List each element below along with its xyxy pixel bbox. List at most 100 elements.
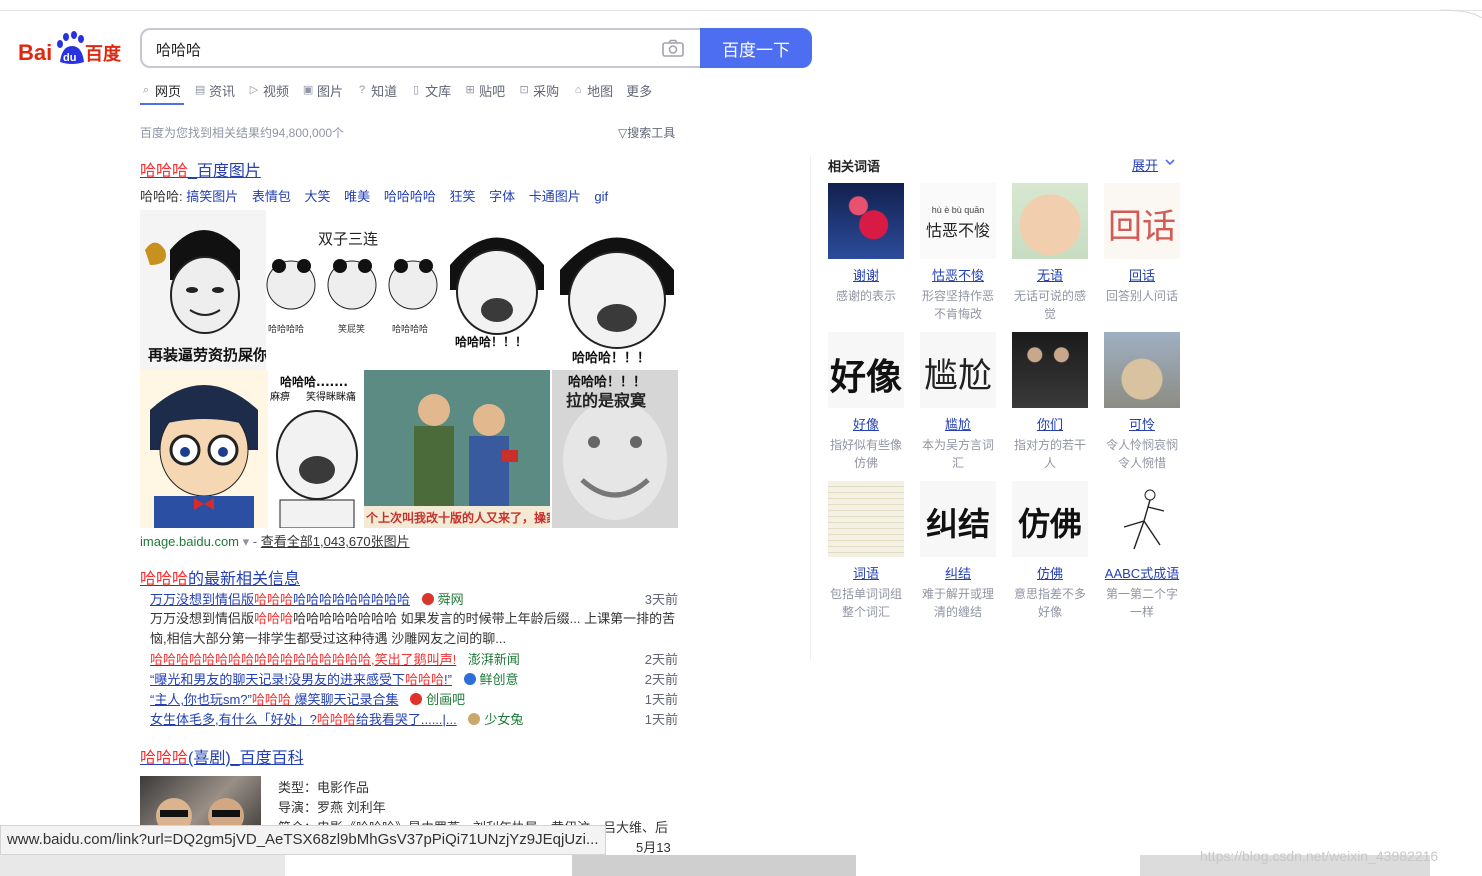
related-word-thumbnail[interactable]: 仿佛 [1012,481,1088,557]
image-tag[interactable]: gif [594,189,608,204]
news-result-title[interactable]: 哈哈哈的最新相关信息 [140,565,300,589]
tab-wenku[interactable]: ▯ 文库 [410,81,451,99]
related-word-thumbnail[interactable]: 好像 [828,332,904,408]
tab-webpage[interactable]: ⌕ 网页 [140,81,181,99]
tab-map[interactable]: ⌂ 地图 [572,81,613,99]
search-button[interactable]: 百度一下 [700,28,812,68]
related-word-thumbnail[interactable]: 怙恶不悛 hù è bù quān [920,183,996,259]
taskbar-item[interactable] [572,855,856,876]
image-thumb[interactable]: 哈哈哈！！！ [556,210,678,370]
related-word-thumbnail[interactable]: 纠结 [920,481,996,557]
image-thumb[interactable]: 双子三连 哈哈哈哈 笑屁笑 哈哈哈哈 [266,210,438,345]
baidu-logo[interactable]: Bai du 百度 [18,30,124,70]
related-word-item[interactable]: 谢谢 感谢的表示 [828,183,904,305]
related-word-name[interactable]: 你们 [1012,414,1088,433]
related-word-thumbnail[interactable]: 回话 [1104,183,1180,259]
related-word-name[interactable]: 好像 [828,414,904,433]
image-thumb[interactable] [140,370,268,528]
related-word-thumbnail[interactable] [1104,332,1180,408]
taskbar-item[interactable] [858,855,1138,876]
image-thumb[interactable]: 哈哈哈....... 麻痹 笑得眯眯痛 [270,370,364,528]
related-word-item[interactable]: 无语 无话可说的感觉 [1012,183,1088,323]
title-highlight: 哈哈哈 [254,592,294,607]
news-item[interactable]: 万万没想到情侣版哈哈哈哈哈哈哈哈哈哈哈哈 舜网 3天前 [150,589,678,607]
image-thumb[interactable]: 哈哈哈！！！ [440,210,554,360]
news-item-title[interactable]: 万万没想到情侣版哈哈哈哈哈哈哈哈哈哈哈哈 [150,592,410,607]
related-word-thumbnail[interactable] [1012,332,1088,408]
search-tools-button[interactable]: ▽搜索工具 [618,124,675,141]
related-word-name[interactable]: 纠结 [920,563,996,582]
news-item-title[interactable]: “曝光和男友的聊天记录!没男友的进来感受下哈哈哈!” [150,672,452,687]
tab-zhidao[interactable]: ? 知道 [356,81,397,99]
tab-news[interactable]: ▤ 资讯 [194,81,235,99]
image-thumb[interactable]: 哈哈哈！！！ 拉的是寂寞 [552,370,678,528]
related-word-name[interactable]: 词语 [828,563,904,582]
related-word-item[interactable]: 词语 包括单词词组整个词汇 [828,481,904,621]
taskbar-item[interactable] [0,855,285,876]
image-tag[interactable]: 哈哈哈哈 [384,189,436,204]
image-tag[interactable]: 表情包 [252,189,291,204]
news-item[interactable]: 女生体毛多,有什么「好处」?哈哈哈给我看哭了......|... 少女兔 1天前 [150,709,678,727]
related-word-item[interactable]: 回话 回话 回答别人问话 [1104,183,1180,305]
browser-top-border [0,10,1482,11]
image-thumb[interactable]: 再装逼劳资扔屎你 [140,210,266,370]
news-item-title[interactable]: 女生体毛多,有什么「好处」?哈哈哈给我看哭了......|... [150,712,457,727]
news-item-title[interactable]: “主人,你也玩sm?”哈哈哈 爆笑聊天记录合集 [150,692,398,707]
related-word-name[interactable]: 仿佛 [1012,563,1088,582]
related-word-item[interactable]: 可怜 令人怜悯哀悯令人惋惜 [1104,332,1180,472]
image-tag[interactable]: 卡通图片 [529,189,581,204]
related-word-name[interactable]: 无语 [1012,265,1088,284]
related-word-name[interactable]: AABC式成语 [1104,563,1180,582]
related-word-item[interactable]: 尴尬 尴尬 本为吴方言词汇 [920,332,996,472]
expand-link[interactable]: 展开 [1132,155,1158,174]
related-word-item[interactable]: 怙恶不悛 hù è bù quān 怙恶不悛 形容坚持作恶不肯悔改 [920,183,996,323]
image-source[interactable]: image.baidu.com [140,534,239,549]
tab-tieba[interactable]: ⊞ 贴吧 [464,81,505,99]
related-word-thumbnail[interactable] [828,183,904,259]
page-corner-curve [1440,9,1482,18]
dropdown-arrow-icon[interactable]: ▾ [243,534,250,549]
chevron-down-icon[interactable] [1164,156,1176,168]
title-highlight: 哈哈哈 [140,571,189,588]
news-item-title[interactable]: 哈哈哈哈哈哈哈哈哈哈哈哈哈哈哈哈哈,笑出了鹅叫声! [150,652,456,667]
news-item[interactable]: “主人,你也玩sm?”哈哈哈 爆笑聊天记录合集 创画吧 1天前 [150,689,678,707]
news-item[interactable]: “曝光和男友的聊天记录!没男友的进来感受下哈哈哈!” 鲜创意 2天前 [150,669,678,687]
image-tag[interactable]: 大笑 [305,189,331,204]
baike-result-title[interactable]: 哈哈哈(喜剧)_百度百科 [140,744,304,768]
related-word-item[interactable]: 仿佛 仿佛 意思指差不多好像 [1012,481,1088,621]
title-part: 万万没想到情侣版 [150,592,255,607]
tab-images[interactable]: ▣ 图片 [302,81,343,99]
related-word-item[interactable]: 好像 好像 指好似有些像仿佛 [828,332,904,472]
image-result-title[interactable]: 哈哈哈_百度图片 [140,157,261,181]
related-word-name[interactable]: 谢谢 [828,265,904,284]
tab-purchase[interactable]: ⊡ 采购 [518,81,560,99]
image-tag[interactable]: 狂笑 [449,189,475,204]
related-word-thumbnail[interactable] [1012,183,1088,259]
related-word-name[interactable]: 回话 [1104,265,1180,284]
related-word-name[interactable]: 尴尬 [920,414,996,433]
image-tag[interactable]: 唯美 [344,189,370,204]
related-word-name[interactable]: 怙恶不悛 [920,265,996,284]
image-thumb[interactable]: 个上次叫我改十版的人又来了，操家 [364,370,550,528]
source-logo-icon [468,713,481,725]
taskbar-item[interactable] [288,855,571,876]
related-word-item[interactable]: 你们 指对方的若干人 [1012,332,1088,472]
news-item[interactable]: 哈哈哈哈哈哈哈哈哈哈哈哈哈哈哈哈哈,笑出了鹅叫声! 澎湃新闻 2天前 [150,649,678,667]
news-icon: ▤ [194,84,206,96]
image-caption: 哈哈哈！！！ [572,350,650,366]
related-word-thumbnail[interactable] [828,481,904,557]
search-input[interactable] [156,39,636,59]
meme-face-image: 再装逼劳资扔屎你 [145,230,266,364]
related-word-thumbnail[interactable] [1104,481,1180,557]
camera-icon[interactable] [662,39,684,57]
tab-more[interactable]: 更多 [626,81,652,99]
related-word-item[interactable]: 纠结 纠结 难于解开或理清的缠结 [920,481,996,621]
view-all-images-link[interactable]: 查看全部1,043,670张图片 [261,534,410,549]
related-word-thumbnail[interactable]: 尴尬 [920,332,996,408]
image-tag[interactable]: 字体 [489,189,515,204]
related-word-item[interactable]: AABC式成语 第一第二个字一样 [1104,481,1180,621]
image-tag[interactable]: 搞笑图片 [186,189,238,204]
tab-video[interactable]: ▷ 视频 [248,81,289,99]
title-rest: (喜剧)_百度百科 [188,750,304,767]
related-word-name[interactable]: 可怜 [1104,414,1180,433]
